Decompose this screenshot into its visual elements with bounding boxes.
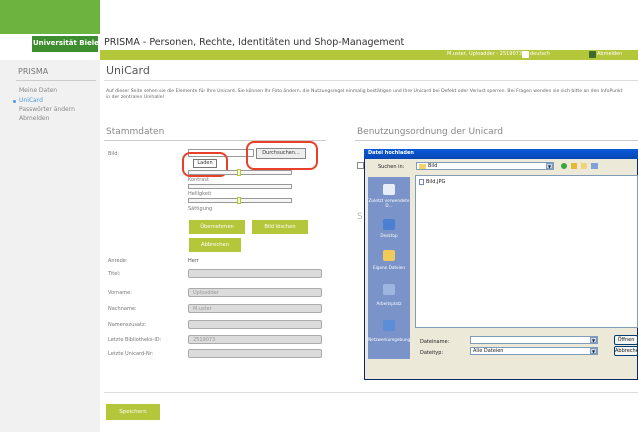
documents-icon: [383, 250, 395, 261]
slider-thumb[interactable]: [237, 169, 241, 176]
section-title-benutzung: Benutzungsordnung der Unicard: [357, 127, 503, 137]
top-bar: [100, 50, 638, 60]
user-info: M.uster, Uploadder - 2519073: [447, 51, 523, 57]
unicard-nr-field[interactable]: [188, 349, 322, 358]
logout-link[interactable]: Abmelden: [597, 51, 622, 57]
folder-icon: [419, 164, 426, 169]
accept-checkbox[interactable]: [357, 162, 364, 169]
chevron-down-icon[interactable]: ▼: [546, 163, 553, 169]
dateityp-label: Dateityp:: [420, 350, 444, 356]
open-button[interactable]: Öffnen: [614, 335, 638, 345]
app-title: PRISMA - Personen, Rechte, Identitäten u…: [104, 37, 405, 48]
annotation-circle: [246, 141, 318, 170]
cancel-button[interactable]: Abbrechen: [614, 346, 638, 356]
up-folder-icon[interactable]: [571, 163, 577, 169]
anrede-label: Anrede:: [108, 258, 128, 264]
section-title-stammdaten: Stammdaten: [106, 127, 165, 137]
bild-loeschen-button[interactable]: Bild löschen: [252, 220, 308, 234]
view-menu-icon[interactable]: [591, 163, 598, 169]
divider: [104, 392, 638, 393]
titel-field[interactable]: [188, 269, 322, 278]
globe-icon[interactable]: [522, 51, 529, 58]
nachname-field[interactable]: M.uster: [188, 304, 322, 313]
dateiname-input[interactable]: [470, 336, 598, 344]
field-label: Namenszusatz:: [108, 322, 147, 328]
intro-text: Auf dieser Seite sehen sie die Elemente …: [106, 89, 623, 100]
divider: [104, 80, 638, 81]
page-title: UniCard: [106, 64, 150, 77]
file-item[interactable]: Bild.JPG: [426, 179, 445, 185]
chevron-down-icon[interactable]: ▼: [590, 337, 597, 343]
dialog-title: Datei hochladen: [368, 150, 414, 156]
brand-stripe: [0, 0, 100, 34]
folder-select[interactable]: Bild: [416, 162, 554, 170]
field-label: Letzte Unicard-Nr:: [108, 351, 154, 357]
field-label: Nachname:: [108, 306, 137, 312]
place-recent[interactable]: Zuletzt verwendete D...: [368, 198, 410, 208]
dateiname-label: Dateiname:: [420, 339, 450, 345]
anrede-value: Herr: [188, 258, 199, 264]
new-folder-icon[interactable]: [581, 163, 587, 169]
brand-name: Universität Bielefeld: [33, 39, 115, 47]
place-desktop[interactable]: Desktop: [368, 233, 410, 238]
place-network[interactable]: Netzwerkumgebung: [368, 337, 410, 342]
slider-thumb[interactable]: [237, 197, 241, 204]
uebernehmen-button[interactable]: Übernehmen: [189, 220, 245, 234]
kontrast-label: Kontrast: [188, 177, 209, 183]
sidebar-title: PRISMA: [18, 67, 49, 76]
divider: [16, 80, 96, 81]
back-icon[interactable]: [561, 163, 567, 169]
dateityp-select[interactable]: Alle Dateien: [470, 347, 598, 355]
helligkeit-slider-top[interactable]: [188, 184, 292, 189]
field-label: Vorname:: [108, 290, 132, 296]
save-button[interactable]: Speichern: [106, 404, 160, 420]
field-label: Letzte Bibliotheks-ID:: [108, 337, 162, 343]
network-icon: [383, 320, 395, 331]
sidebar-item-abmelden[interactable]: Abmelden: [19, 115, 49, 122]
sidebar-item-unicard[interactable]: UniCard: [19, 97, 43, 104]
folder-name: Bild: [428, 163, 438, 169]
bibliotheks-id-field[interactable]: 2519073: [188, 335, 322, 344]
namenszusatz-field[interactable]: [188, 320, 322, 329]
sidebar-item-meine-daten[interactable]: Meine Daten: [19, 87, 57, 94]
place-documents[interactable]: Eigene Dateien: [368, 265, 410, 270]
computer-icon: [383, 284, 395, 295]
recent-icon: [383, 184, 395, 195]
sidebar: [0, 60, 100, 432]
helligkeit-label: Helligkeit: [188, 191, 212, 197]
partial-heading: S: [357, 212, 363, 222]
logout-icon[interactable]: [589, 51, 596, 58]
desktop-icon: [383, 219, 395, 230]
abbrechen-button[interactable]: Abbrechen: [189, 238, 241, 252]
language-link[interactable]: deutsch: [530, 51, 550, 57]
chevron-down-icon[interactable]: ▼: [590, 348, 597, 354]
divider: [355, 140, 638, 141]
active-bullet-icon: [13, 100, 16, 103]
suchen-in-label: Suchen in:: [378, 164, 405, 170]
file-list[interactable]: [415, 175, 638, 328]
bild-label: Bild:: [108, 151, 120, 157]
sidebar-item-passwoerter[interactable]: Passwörter ändern: [19, 106, 75, 113]
saettigung-label: Sättigung: [188, 206, 213, 212]
place-computer[interactable]: Arbeitsplatz: [368, 301, 410, 306]
vorname-field[interactable]: Uploadder: [188, 288, 322, 297]
image-file-icon: [419, 179, 424, 185]
field-label: Titel:: [108, 271, 121, 277]
